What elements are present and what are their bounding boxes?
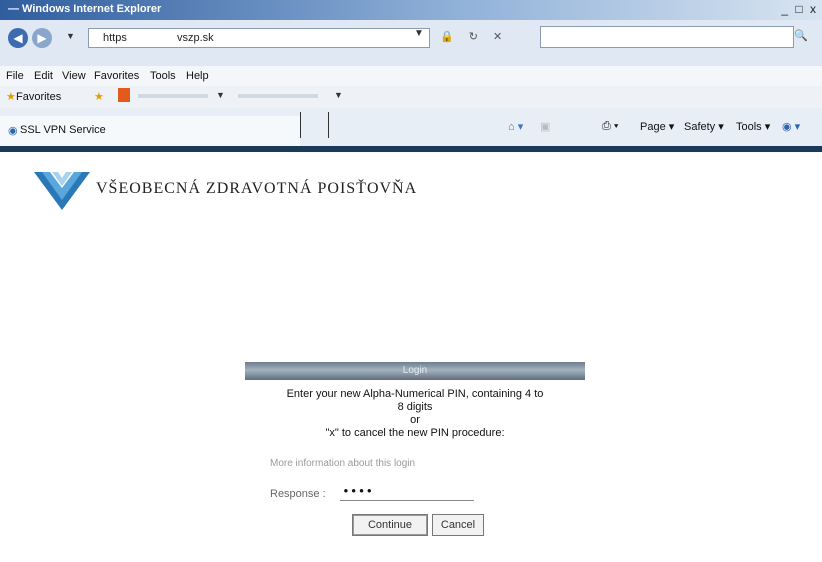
menu-bar: File Edit View Favorites Tools Help [0,66,822,86]
title-bar: — Windows Internet Explorer _ □ x [0,0,822,20]
menu-view[interactable]: View [62,70,86,82]
window-controls[interactable]: _ □ x [781,2,818,16]
response-label: Response : [270,488,326,500]
print-icon[interactable]: ⎙ ▾ [602,120,618,133]
favorites-star-icon[interactable]: ★ [6,90,16,103]
url-field[interactable]: https vszp.sk [88,28,430,48]
tools-menu[interactable]: Tools ▾ [736,120,770,133]
search-input[interactable] [540,26,794,48]
menu-tools[interactable]: Tools [150,70,176,82]
lock-refresh-stop-icons[interactable]: 🔒 ↻ ✕ [440,30,508,43]
page-header-strip [0,146,822,152]
logo-text: VŠEOBECNÁ ZDRAVOTNÁ POISŤOVŇA [96,180,418,197]
window-title: — Windows Internet Explorer [8,3,162,15]
favorites-bar: ★ Favorites ★ ▼ ▼ [0,86,822,108]
tab-bar: ◉ SSL VPN Service ⌂ ▾ ▣ ⎙ ▾ Page ▾ Safet… [0,108,822,146]
web-slice-link-blurred[interactable] [238,94,318,98]
prompt-line-2: 8 digits [397,401,433,413]
more-info-link[interactable]: More information about this login [270,458,415,469]
url-protocol: https [103,32,127,44]
home-icon[interactable]: ⌂ ▾ [508,120,523,133]
favorites-dropdown-icon[interactable]: ▼ [216,90,225,100]
cancel-button[interactable]: Cancel [432,514,484,536]
suggested-sites-icon[interactable] [118,88,130,102]
safety-menu[interactable]: Safety ▾ [684,120,724,133]
page-menu[interactable]: Page ▾ [640,120,674,133]
menu-help[interactable]: Help [186,70,209,82]
help-icon[interactable]: ◉ ▾ [782,120,800,133]
back-button[interactable]: ◀ [8,28,28,48]
continue-button[interactable]: Continue [352,514,428,536]
url-domain: vszp.sk [177,32,214,44]
forward-button[interactable]: ▶ [32,28,52,48]
search-icon[interactable]: 🔍 [794,29,808,42]
menu-edit[interactable]: Edit [34,70,53,82]
url-dropdown-icon[interactable]: ▼ [414,28,424,39]
prompt-line-1: Enter your new Alpha-Numerical PIN, cont… [286,388,544,400]
feeds-icon[interactable]: ▣ [540,120,550,133]
response-input[interactable] [340,482,474,501]
login-header-title: Login [402,365,428,376]
history-dropdown-icon[interactable]: ▼ [66,31,75,41]
pin-prompt: Enter your new Alpha-Numerical PIN, cont… [245,388,585,440]
menu-favorites[interactable]: Favorites [94,70,139,82]
tab-label: SSL VPN Service [20,124,106,136]
tab-divider [300,112,301,138]
new-tab-button[interactable] [328,112,329,138]
favorites-link-blurred[interactable] [138,94,208,98]
favorites-button[interactable]: Favorites [16,91,61,103]
login-header: Login [245,362,585,380]
add-favorite-icon[interactable]: ★ [94,90,104,103]
tab-ssl-vpn[interactable]: ◉ SSL VPN Service [0,116,300,146]
web-slice-dropdown-icon[interactable]: ▼ [334,90,343,100]
address-bar: ◀ ▶ ▼ https vszp.sk ▼ 🔒 ↻ ✕ 🔍 [0,20,822,66]
prompt-line-4: "x" to cancel the new PIN procedure: [325,427,505,439]
menu-file[interactable]: File [6,70,24,82]
page-icon: ◉ [8,125,18,137]
vszp-logo-icon [34,172,90,210]
prompt-line-3: or [410,414,420,426]
